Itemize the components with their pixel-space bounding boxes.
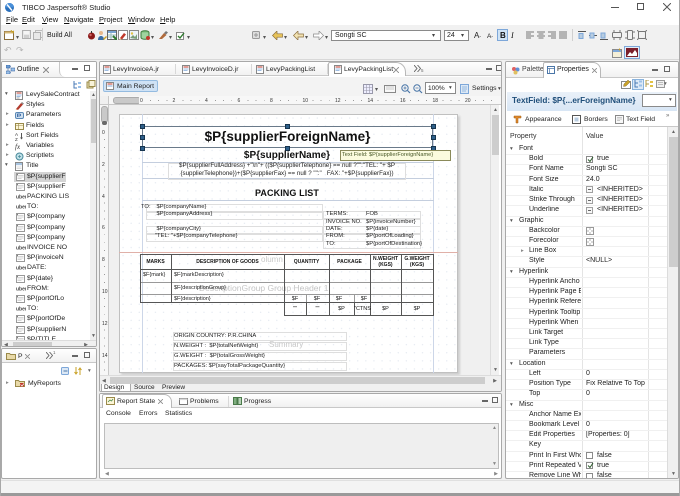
svg-text:uber: uber xyxy=(16,287,26,293)
svg-text:uber: uber xyxy=(16,205,26,211)
svg-text:uber: uber xyxy=(16,307,26,313)
svg-text:uber: uber xyxy=(16,266,26,272)
svg-text:uber: uber xyxy=(16,195,26,201)
svg-text:Z: Z xyxy=(15,137,18,141)
svg-text:uber: uber xyxy=(16,246,26,252)
svg-text:fx: fx xyxy=(15,143,21,151)
